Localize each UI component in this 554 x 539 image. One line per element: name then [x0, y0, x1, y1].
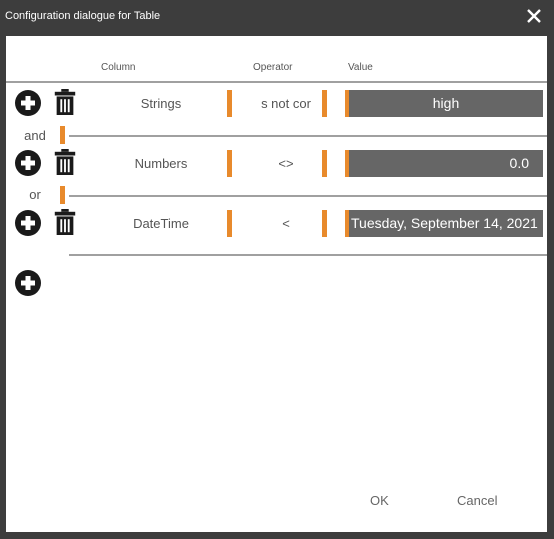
close-icon[interactable] — [524, 6, 544, 26]
header-divider — [6, 81, 547, 83]
operator-accent — [322, 90, 327, 117]
column-accent — [227, 150, 232, 177]
operator-accent — [322, 150, 327, 177]
operator-select[interactable]: <> — [251, 156, 321, 171]
column-select[interactable]: Strings — [106, 96, 216, 111]
trash-icon[interactable] — [52, 149, 78, 175]
add-circle-icon[interactable] — [15, 210, 41, 236]
add-circle-icon[interactable] — [15, 150, 41, 176]
trash-icon[interactable] — [52, 89, 78, 115]
column-accent — [227, 90, 232, 117]
cancel-button[interactable]: Cancel — [457, 493, 497, 508]
operator-accent — [322, 210, 327, 237]
column-header: Column — [101, 62, 136, 73]
value-input[interactable]: high — [345, 90, 543, 117]
window-title: Configuration dialogue for Table — [5, 10, 161, 22]
operator-select[interactable]: s not cor — [251, 96, 321, 111]
add-condition-icon[interactable] — [15, 270, 41, 296]
row-divider — [69, 254, 547, 256]
row-divider — [69, 135, 547, 137]
connector-accent — [60, 126, 65, 144]
dialog-content: Column Operator Value Strings s not cor … — [6, 36, 547, 532]
add-circle-icon[interactable] — [15, 90, 41, 116]
value-input[interactable]: 0.0 — [345, 150, 543, 177]
column-select[interactable]: Numbers — [106, 156, 216, 171]
connector-and[interactable]: and — [15, 128, 55, 143]
value-header: Value — [348, 62, 373, 73]
connector-accent — [60, 186, 65, 204]
ok-button[interactable]: OK — [370, 493, 389, 508]
operator-select[interactable]: < — [251, 216, 321, 231]
operator-header: Operator — [253, 62, 293, 73]
trash-icon[interactable] — [52, 209, 78, 235]
column-select[interactable]: DateTime — [106, 216, 216, 231]
row-divider — [69, 195, 547, 197]
connector-or[interactable]: or — [15, 187, 55, 202]
value-input[interactable]: Tuesday, September 14, 2021 — [345, 210, 543, 237]
title-bar: Configuration dialogue for Table — [0, 0, 554, 36]
column-accent — [227, 210, 232, 237]
